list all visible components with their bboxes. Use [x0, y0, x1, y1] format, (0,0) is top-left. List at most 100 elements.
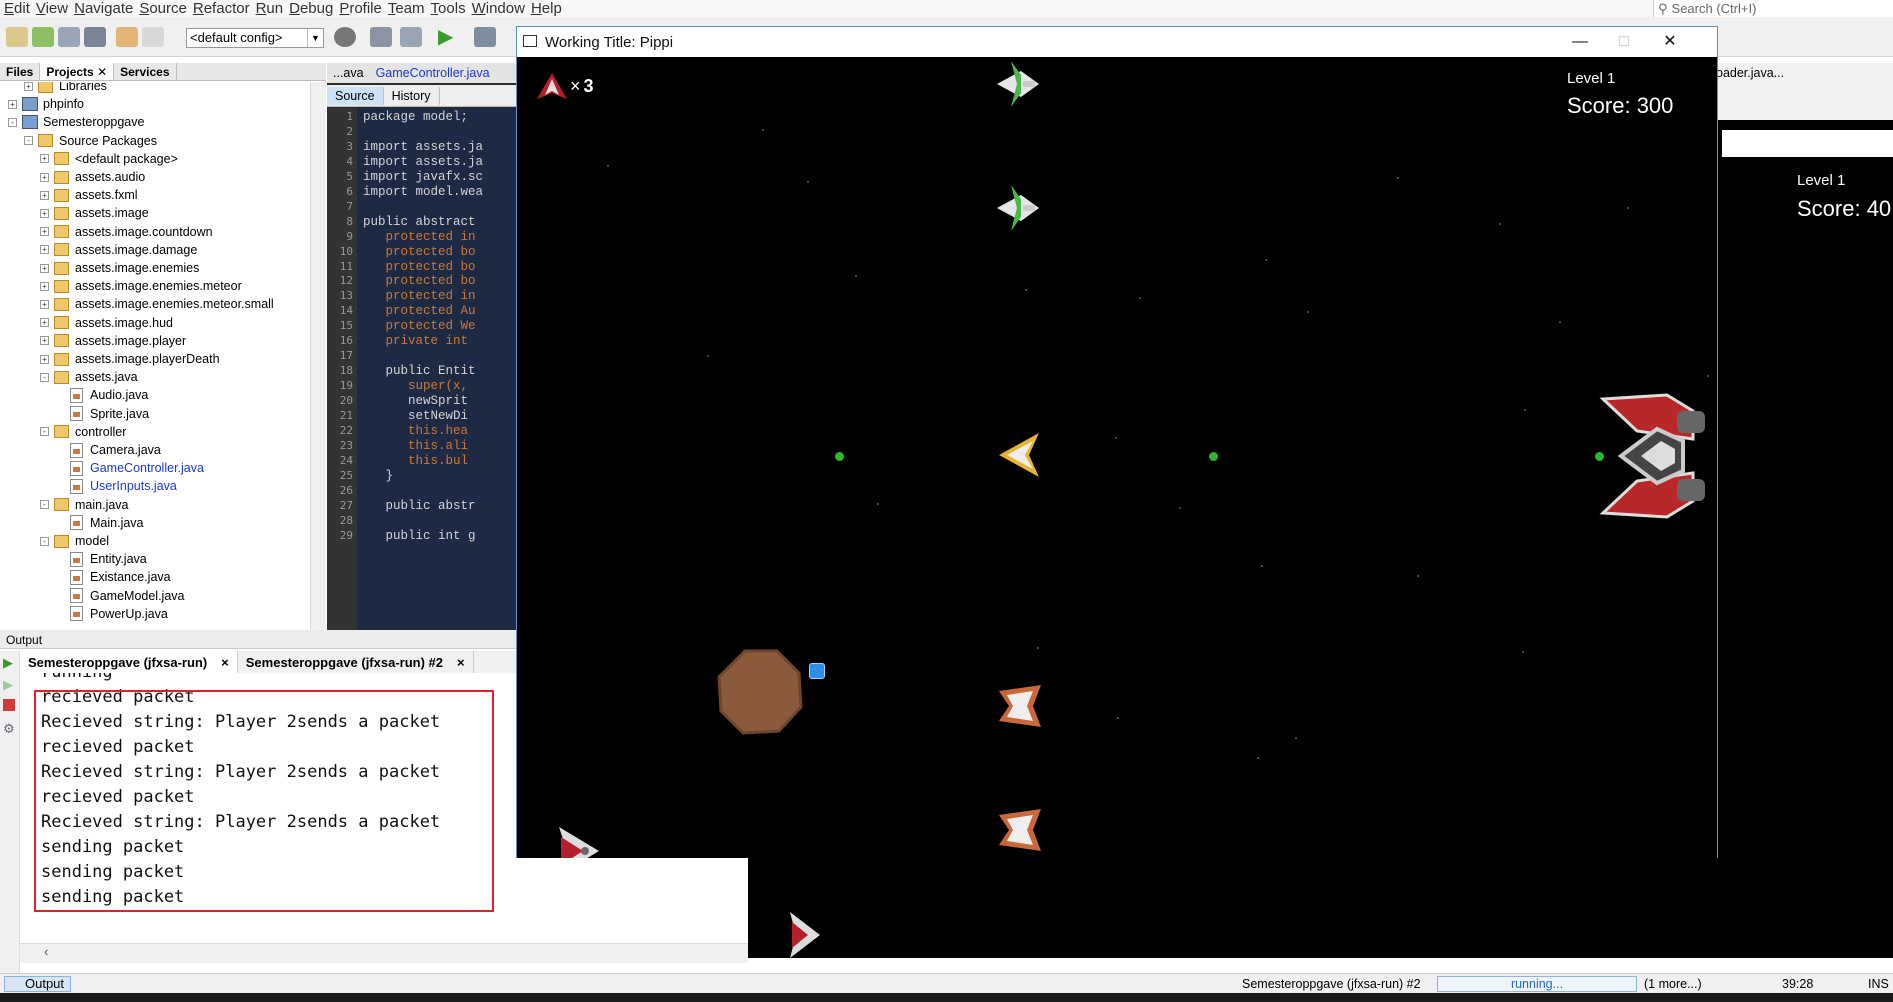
expand-icon[interactable]: +	[40, 208, 49, 218]
output-tab-run[interactable]: Semesteroppgave (jfxsa-run) ×	[20, 651, 238, 673]
tree-item[interactable]: + assets.image.hud	[40, 314, 173, 332]
close-icon[interactable]: ×	[457, 655, 465, 670]
tree-item[interactable]: + assets.image.enemies.meteor	[40, 277, 242, 295]
menu-item-help[interactable]: Help	[528, 0, 565, 17]
tree-item[interactable]: - Semesteroppgave	[8, 113, 144, 131]
run-icon[interactable]: ▶	[438, 27, 460, 47]
clean-build-icon[interactable]	[370, 27, 392, 47]
tree-item[interactable]: - model	[40, 532, 109, 550]
open-project-icon[interactable]	[58, 27, 80, 47]
rerun-icon[interactable]: ▶	[3, 655, 13, 671]
chevron-down-icon[interactable]: ▼	[307, 29, 323, 47]
close-icon[interactable]: ✕	[97, 65, 107, 79]
config-select[interactable]: <default config> ▼	[186, 28, 324, 48]
tab-services[interactable]: Services	[114, 63, 177, 80]
tree-item[interactable]: PowerUp.java	[56, 605, 168, 623]
tree-item[interactable]: + assets.image.player	[40, 332, 186, 350]
editor-tab-loader[interactable]: oader.java...	[1716, 66, 1784, 80]
search-input[interactable]: Search (Ctrl+I)	[1672, 1, 1757, 16]
tree-item[interactable]: - Source Packages	[24, 132, 157, 150]
tree-item[interactable]: + <default package>	[40, 150, 178, 168]
tree-item[interactable]: Existance.java	[56, 568, 171, 586]
tree-item[interactable]: + assets.image.enemies.meteor.small	[40, 295, 274, 313]
save-all-icon[interactable]	[84, 27, 106, 47]
tree-item[interactable]: - main.java	[40, 496, 129, 514]
menu-item-navigate[interactable]: Navigate	[71, 0, 136, 17]
tree-item[interactable]: Audio.java	[56, 386, 148, 404]
close-icon[interactable]: ×	[221, 655, 229, 670]
code-area[interactable]: package model; import assets.ja import ass…	[357, 108, 517, 630]
rerun-alt-icon[interactable]: ▶	[3, 677, 13, 693]
tree-item[interactable]: Main.java	[56, 514, 144, 532]
tree-item[interactable]: Camera.java	[56, 441, 161, 459]
tree-item[interactable]: + assets.image.damage	[40, 241, 197, 259]
expand-icon[interactable]: +	[24, 82, 33, 91]
menu-item-run[interactable]: Run	[253, 0, 287, 17]
tree-item[interactable]: + Libraries	[24, 82, 107, 95]
tree-item[interactable]: - assets.java	[40, 368, 138, 386]
tree-item[interactable]: GameController.java	[56, 459, 204, 477]
expand-icon[interactable]: +	[40, 354, 49, 364]
output-hscrollbar[interactable]: ‹	[20, 943, 748, 963]
collapse-icon[interactable]: -	[8, 117, 17, 127]
tree-scrollbar[interactable]	[310, 82, 326, 630]
tree-item[interactable]: + assets.image.enemies	[40, 259, 199, 277]
expand-icon[interactable]: +	[40, 263, 49, 273]
redo-icon[interactable]	[142, 27, 164, 47]
tree-item[interactable]: + assets.image.countdown	[40, 223, 213, 241]
globe-icon[interactable]	[334, 27, 356, 47]
build-icon[interactable]	[400, 27, 422, 47]
menu-item-team[interactable]: Team	[385, 0, 428, 17]
minimize-button[interactable]: —	[1557, 27, 1603, 57]
more-tasks-link[interactable]: (1 more...)	[1644, 977, 1702, 991]
output-toggle-button[interactable]: Output	[4, 976, 72, 992]
chevron-left-icon[interactable]: ‹	[44, 944, 48, 959]
collapse-icon[interactable]: -	[40, 500, 49, 510]
menu-item-edit[interactable]: Edit	[0, 0, 33, 17]
expand-icon[interactable]: +	[40, 190, 49, 200]
tree-item[interactable]: Sprite.java	[56, 405, 149, 423]
collapse-icon[interactable]: -	[40, 536, 49, 546]
expand-icon[interactable]: +	[40, 281, 49, 291]
expand-icon[interactable]: +	[40, 245, 49, 255]
tab-source[interactable]: Source	[327, 86, 384, 105]
game-window[interactable]: Working Title: Pippi — □ ✕ × 3 Level 1 S…	[516, 26, 1718, 858]
game-canvas[interactable]: × 3 Level 1 Score: 300	[517, 57, 1717, 858]
stop-icon[interactable]	[3, 699, 15, 711]
settings-icon[interactable]: ⚙	[3, 721, 15, 737]
maximize-button[interactable]: □	[1601, 27, 1647, 57]
tree-item[interactable]: + phpinfo	[8, 95, 84, 113]
menu-item-source[interactable]: Source	[136, 0, 190, 17]
tree-item[interactable]: Entity.java	[56, 550, 147, 568]
menu-item-tools[interactable]: Tools	[428, 0, 469, 17]
tree-item[interactable]: UserInputs.java	[56, 477, 177, 495]
expand-icon[interactable]: +	[40, 318, 49, 328]
tree-item[interactable]: + assets.image.playerDeath	[40, 350, 220, 368]
expand-icon[interactable]: +	[40, 172, 49, 182]
search-box[interactable]: ⚲ Search (Ctrl+I)	[1653, 0, 1893, 17]
tree-item[interactable]: - controller	[40, 423, 126, 441]
tree-item[interactable]: + assets.fxml	[40, 186, 138, 204]
undo-icon[interactable]	[116, 27, 138, 47]
tree-item[interactable]: + assets.image	[40, 204, 149, 222]
menu-item-refactor[interactable]: Refactor	[190, 0, 253, 17]
close-button[interactable]: ✕	[1647, 27, 1693, 57]
collapse-icon[interactable]: -	[24, 136, 33, 146]
expand-icon[interactable]: +	[40, 299, 49, 309]
editor-tab-prev[interactable]: ...ava	[327, 66, 370, 80]
new-project-icon[interactable]	[32, 27, 54, 47]
editor-tab-gamecontroller[interactable]: GameController.java	[370, 66, 496, 80]
menu-item-window[interactable]: Window	[469, 0, 528, 17]
new-file-icon[interactable]	[6, 27, 28, 47]
expand-icon[interactable]: +	[40, 227, 49, 237]
menu-item-debug[interactable]: Debug	[286, 0, 336, 17]
expand-icon[interactable]: +	[8, 99, 17, 109]
tab-projects[interactable]: Projects ✕	[40, 63, 115, 80]
output-tab-run-2[interactable]: Semesteroppgave (jfxsa-run) #2 ×	[238, 651, 474, 673]
tree-item[interactable]: + assets.audio	[40, 168, 145, 186]
progress-bar[interactable]: running...	[1437, 976, 1637, 992]
menu-item-profile[interactable]: Profile	[336, 0, 385, 17]
tab-files[interactable]: Files	[0, 63, 41, 80]
tab-history[interactable]: History	[384, 86, 440, 105]
debug-icon[interactable]	[474, 27, 496, 47]
